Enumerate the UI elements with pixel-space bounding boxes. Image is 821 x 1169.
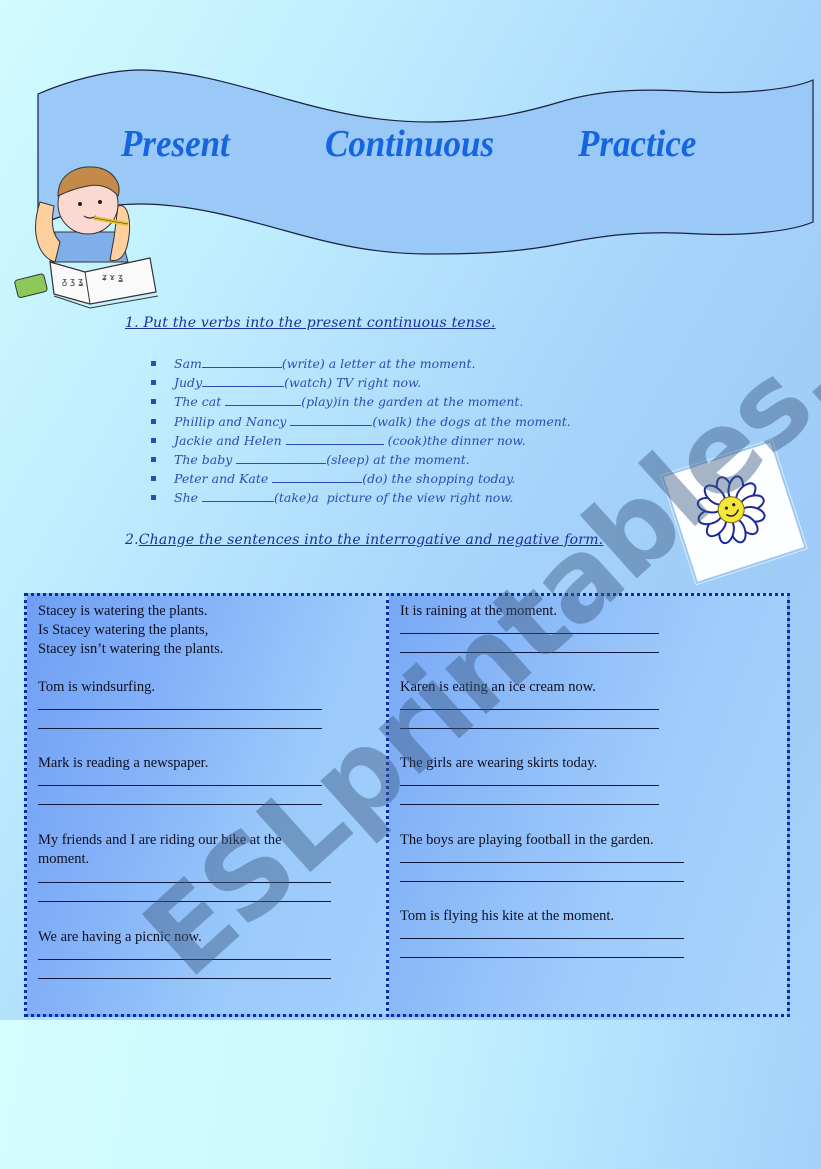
title-word-practice: Practice: [578, 123, 697, 165]
answer-blank[interactable]: [225, 393, 302, 407]
answer-line[interactable]: [400, 862, 684, 863]
sentence-prompt: Tom is flying his kite at the moment.: [400, 908, 615, 924]
bullet-square-icon: [151, 437, 156, 443]
list-item: Judy (watch) TV right now.: [148, 373, 571, 392]
answer-blank[interactable]: [202, 374, 285, 388]
answer-line[interactable]: [400, 633, 659, 634]
answer-line[interactable]: [38, 804, 322, 805]
answer-line[interactable]: [400, 957, 684, 958]
answer-line[interactable]: [38, 728, 322, 729]
section1-list: Sam (write) a letter at the moment. Judy(…: [148, 354, 571, 508]
bullet-square-icon: [151, 456, 156, 462]
list-item: She (take)a picture of the view right no…: [148, 488, 571, 507]
sentence-prompt: Karen is eating an ice cream now.: [400, 679, 596, 695]
bullet-square-icon: [151, 495, 156, 501]
sentence-prompt: The boys are playing football in the gar…: [400, 832, 654, 848]
answer-blank[interactable]: [201, 355, 282, 368]
exercise-box-right: It is raining at the moment. Karen is ea…: [386, 593, 790, 1017]
list-item: Phillip and Nancy (walk) the dogs at the…: [148, 412, 571, 431]
answer-line[interactable]: [400, 652, 659, 653]
sentence-prompt: Tom is windsurfing.: [38, 679, 155, 695]
svg-text:ʑ ɤ ʓ: ʑ ɤ ʓ: [102, 273, 123, 283]
answer-line[interactable]: [400, 804, 659, 805]
answer-line[interactable]: [400, 709, 659, 710]
answer-line[interactable]: [400, 785, 659, 786]
svg-text:ᵹ ʒ ʓ: ᵹ ʒ ʓ: [62, 277, 83, 287]
answer-line[interactable]: [38, 901, 331, 902]
example-statement: Stacey is watering the plants.: [38, 603, 208, 619]
answer-blank[interactable]: [236, 451, 327, 464]
list-item: Sam (write) a letter at the moment.: [148, 354, 571, 373]
exercise-box-left: Stacey is watering the plants. Is Stacey…: [24, 593, 390, 1017]
sentence-prompt: It is raining at the moment.: [400, 603, 558, 619]
sentence-prompt: We are having a picnic now.: [38, 929, 202, 945]
section1-heading: 1. Put the verbs into the present contin…: [125, 315, 496, 331]
bullet-square-icon: [151, 380, 156, 386]
page-background-bottom: [0, 1020, 821, 1169]
answer-blank[interactable]: [202, 489, 274, 503]
list-item: The cat (play)in the garden at the momen…: [148, 392, 571, 411]
boy-studying-illustration: ᵹ ʒ ʓ ʑ ɤ ʓ: [14, 166, 159, 309]
example-negative: Stacey isn’t watering the plants.: [38, 641, 224, 657]
example-question: Is Stacey watering the plants,: [38, 622, 209, 638]
bullet-square-icon: [151, 361, 156, 366]
answer-line[interactable]: [400, 728, 659, 729]
sentence-prompt: The girls are wearing skirts today.: [400, 755, 598, 771]
sentence-prompt-continued: moment.: [38, 851, 90, 867]
sentence-prompt: My friends and I are riding our bike at …: [38, 832, 282, 848]
title-word-continuous: Continuous: [325, 123, 495, 165]
list-item: Peter and Kate (do) the shopping today.: [148, 469, 571, 488]
daisy-smiley-card: [661, 439, 807, 585]
bullet-square-icon: [151, 418, 156, 424]
bullet-square-icon: [151, 476, 156, 482]
answer-line[interactable]: [38, 709, 322, 710]
answer-blank[interactable]: [285, 432, 384, 445]
list-item: Jackie and Helen (cook)the dinner now.: [148, 431, 571, 450]
answer-line[interactable]: [38, 978, 331, 979]
answer-line[interactable]: [400, 938, 684, 939]
title-word-present: Present: [121, 123, 230, 165]
sentence-prompt: Mark is reading a newspaper.: [38, 755, 209, 771]
section2-heading: 2.Change the sentences into the interrog…: [125, 532, 604, 548]
answer-blank[interactable]: [290, 413, 373, 426]
answer-line[interactable]: [400, 881, 684, 882]
answer-line[interactable]: [38, 785, 322, 786]
answer-blank[interactable]: [272, 470, 363, 484]
daisy-smiley-icon: [696, 475, 766, 545]
bullet-square-icon: [151, 399, 156, 405]
answer-line[interactable]: [38, 959, 331, 960]
answer-line[interactable]: [38, 882, 331, 883]
list-item: The baby (sleep) at the moment.: [148, 450, 571, 469]
